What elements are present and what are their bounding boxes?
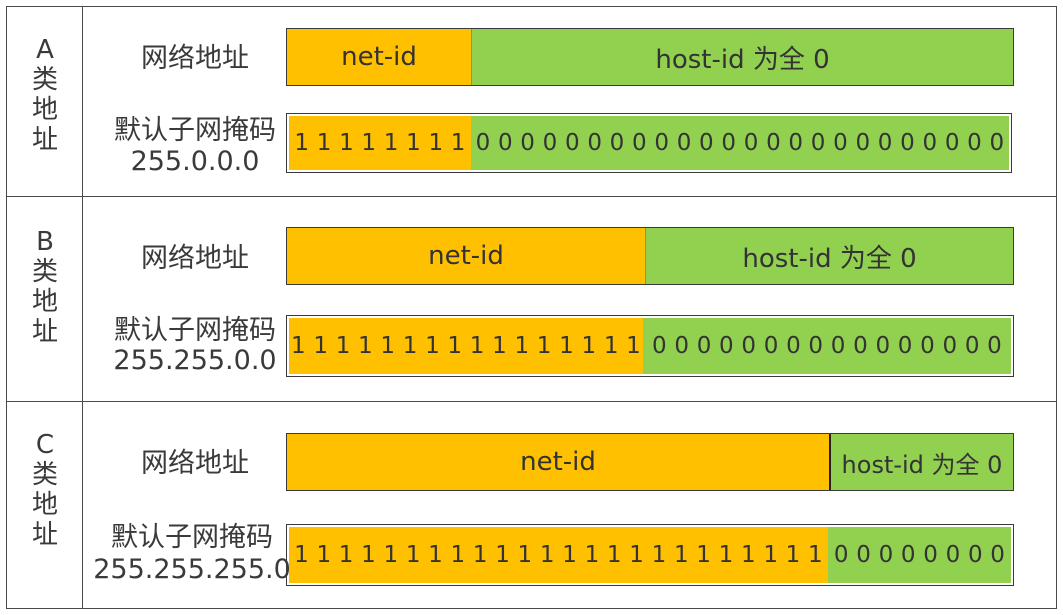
class-a-header-cell: A 类 地 址	[7, 7, 83, 196]
class-b-row: B 类 地 址 网络地址 默认子网掩码 255.255.0.0 net-id h…	[7, 197, 1056, 402]
ip-class-table: A 类 地 址 网络地址 默认子网掩码 255.0.0.0 net-id hos…	[6, 6, 1057, 609]
network-address-label: 网络地址	[141, 43, 249, 74]
net-id-segment: net-id	[287, 434, 829, 490]
class-b-label: B 类 地 址	[31, 227, 58, 347]
class-b-header-cell: B 类 地 址	[7, 197, 83, 401]
net-id-segment: net-id	[287, 228, 645, 284]
net-id-segment: net-id	[287, 29, 471, 85]
network-address-label: 网络地址	[141, 448, 249, 479]
mask-zeros-segment: 0 0 0 0 0 0 0 0	[828, 527, 1011, 583]
class-a-address-bar: net-id host-id 为全 0	[286, 28, 1014, 86]
class-a-mask-bar: 1 1 1 1 1 1 1 1 0 0 0 0 0 0 0 0 0 0 0 0 …	[286, 113, 1012, 173]
default-mask-label: 默认子网掩码	[114, 115, 276, 146]
class-c-address-bar: net-id host-id 为全 0	[286, 433, 1014, 491]
mask-ones-segment: 1 1 1 1 1 1 1 1	[289, 116, 471, 170]
class-b-mask-bar: 1 1 1 1 1 1 1 1 1 1 1 1 1 1 1 1 0 0 0 0 …	[286, 315, 1014, 377]
default-mask-value: 255.0.0.0	[130, 146, 260, 177]
class-a-row: A 类 地 址 网络地址 默认子网掩码 255.0.0.0 net-id hos…	[7, 7, 1056, 197]
host-id-segment: host-id 为全 0	[471, 29, 1013, 85]
class-c-label: C 类 地 址	[31, 430, 58, 550]
default-mask-value: 255.255.255.0	[93, 554, 291, 585]
mask-ones-segment: 1 1 1 1 1 1 1 1 1 1 1 1 1 1 1 1	[289, 318, 643, 374]
mask-ones-segment: 1 1 1 1 1 1 1 1 1 1 1 1 1 1 1 1 1 1 1 1 …	[289, 527, 828, 583]
class-c-row: C 类 地 址 网络地址 默认子网掩码 255.255.255.0 net-id…	[7, 402, 1056, 608]
mask-zeros-segment: 0 0 0 0 0 0 0 0 0 0 0 0 0 0 0 0 0 0 0 0 …	[471, 116, 1009, 170]
class-c-header-cell: C 类 地 址	[7, 402, 83, 608]
default-mask-label: 默认子网掩码	[111, 522, 273, 553]
host-id-segment: host-id 为全 0	[645, 228, 1013, 284]
network-address-label: 网络地址	[141, 243, 249, 274]
host-id-segment: host-id 为全 0	[829, 434, 1013, 490]
default-mask-label: 默认子网掩码	[114, 315, 276, 346]
class-c-mask-bar: 1 1 1 1 1 1 1 1 1 1 1 1 1 1 1 1 1 1 1 1 …	[286, 524, 1014, 586]
class-b-address-bar: net-id host-id 为全 0	[286, 227, 1014, 285]
default-mask-value: 255.255.0.0	[113, 345, 277, 376]
class-a-label: A 类 地 址	[31, 35, 58, 155]
mask-zeros-segment: 0 0 0 0 0 0 0 0 0 0 0 0 0 0 0 0	[643, 318, 1011, 374]
